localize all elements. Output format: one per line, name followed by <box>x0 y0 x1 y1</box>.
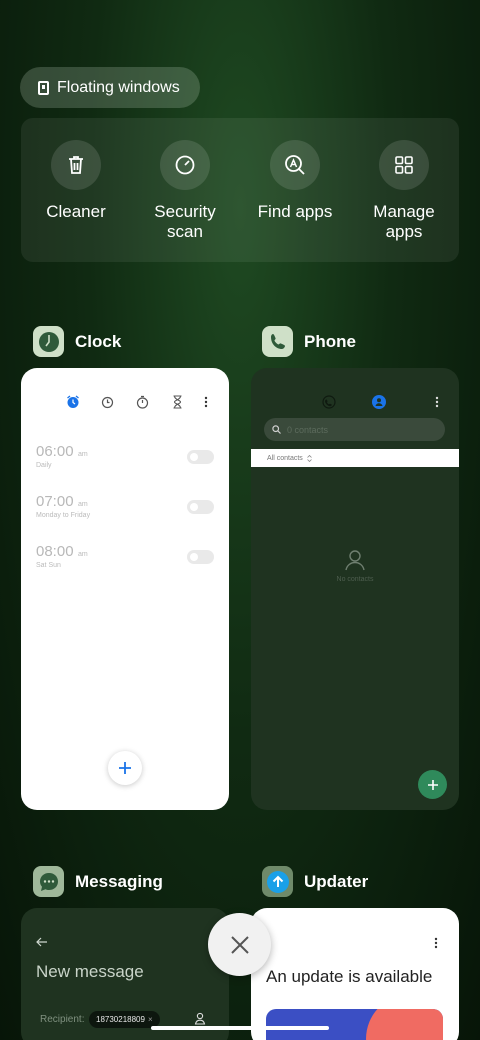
clock-app-icon <box>33 326 64 357</box>
find-apps-icon <box>270 140 320 190</box>
alarm-ampm: am <box>78 451 88 458</box>
phone-app-header[interactable]: Phone <box>262 326 356 357</box>
phone-app-preview[interactable]: 0 contacts All contacts No contacts <box>251 368 459 810</box>
alarm-toggle[interactable] <box>187 450 214 464</box>
empty-contacts-text: No contacts <box>336 576 374 583</box>
messaging-app-icon <box>33 866 64 897</box>
alarm-repeat: Daily <box>36 462 52 469</box>
close-icon <box>230 935 249 954</box>
alarm-repeat: Monday to Friday <box>36 512 91 519</box>
home-indicator[interactable] <box>151 1026 329 1030</box>
security-scan-button[interactable]: Security scan <box>135 140 235 242</box>
updater-app-preview[interactable]: An update is available <box>251 908 459 1040</box>
close-all-button[interactable] <box>208 913 271 976</box>
alarm-time: 07:00 <box>36 493 74 510</box>
stopwatch-tab-icon[interactable] <box>136 395 149 409</box>
clock-app-name: Clock <box>75 331 122 351</box>
alarm-tab-icon[interactable] <box>66 395 80 409</box>
empty-person-icon <box>345 550 365 571</box>
plus-icon <box>119 762 131 774</box>
alarm-ampm: am <box>78 501 88 508</box>
contacts-filter-label: All contacts <box>267 454 303 462</box>
alarm-repeat: Sat Sun <box>36 562 61 569</box>
cleaner-label: Cleaner <box>46 202 106 221</box>
floating-windows-button[interactable]: Floating windows <box>20 67 200 108</box>
updater-app-header[interactable]: Updater <box>262 866 368 897</box>
manage-apps-label: Manage apps <box>373 202 435 241</box>
timer-tab-icon[interactable] <box>172 395 183 409</box>
update-available-title: An update is available <box>266 967 433 986</box>
alarm-time: 06:00 <box>36 443 74 460</box>
alarm-ampm: am <box>78 551 88 558</box>
contacts-search-input[interactable]: 0 contacts <box>264 418 445 441</box>
recipient-label: Recipient: <box>40 1014 85 1025</box>
alarm-toggle[interactable] <box>187 500 214 514</box>
remove-recipient-icon[interactable]: × <box>148 1015 153 1024</box>
recipient-chip[interactable]: 18730218809 × <box>89 1011 160 1028</box>
alarm-item[interactable]: 07:00 am Monday to Friday <box>36 493 90 519</box>
quick-tools-panel: Cleaner Security scan Find apps Manage a… <box>21 118 459 262</box>
phone-app-name: Phone <box>304 331 356 351</box>
updater-app-icon <box>262 866 293 897</box>
contact-picker-icon[interactable] <box>194 1012 206 1025</box>
messaging-app-header[interactable]: Messaging <box>33 866 163 897</box>
grid-icon <box>379 140 429 190</box>
phone-app-icon <box>262 326 293 357</box>
world-clock-tab-icon[interactable] <box>101 396 114 409</box>
contacts-tab-icon[interactable] <box>372 395 386 409</box>
recents-tab-icon[interactable] <box>322 395 336 409</box>
trash-icon <box>51 140 101 190</box>
back-arrow-icon[interactable] <box>36 937 48 947</box>
add-contact-button[interactable] <box>418 770 447 799</box>
alarm-item[interactable]: 08:00 am Sat Sun <box>36 543 88 569</box>
clock-more-icon[interactable] <box>204 396 208 408</box>
add-alarm-button[interactable] <box>108 751 142 785</box>
clock-app-preview[interactable]: 06:00 am Daily 07:00 am Monday to Friday… <box>21 368 229 810</box>
messaging-app-name: Messaging <box>75 871 163 891</box>
new-message-title: New message <box>36 962 144 981</box>
update-banner <box>266 1009 443 1040</box>
floating-windows-label: Floating windows <box>57 78 180 96</box>
updater-more-icon[interactable] <box>434 937 438 949</box>
find-apps-button[interactable]: Find apps <box>245 140 345 222</box>
find-apps-label: Find apps <box>257 202 333 221</box>
updater-app-name: Updater <box>304 871 369 891</box>
alarm-time: 08:00 <box>36 543 74 560</box>
search-placeholder: 0 contacts <box>287 424 329 435</box>
alarm-toggle[interactable] <box>187 550 214 564</box>
recipient-number: 18730218809 <box>96 1015 145 1024</box>
cleaner-button[interactable]: Cleaner <box>26 140 126 222</box>
security-scan-label: Security scan <box>154 202 216 241</box>
floating-window-icon <box>38 80 49 95</box>
messaging-app-preview[interactable]: New message Recipient: 18730218809 × <box>21 908 229 1040</box>
plus-icon <box>427 779 438 790</box>
contacts-filter[interactable]: All contacts <box>251 449 459 467</box>
sort-icon <box>307 454 312 462</box>
alarm-item[interactable]: 06:00 am Daily <box>36 443 88 469</box>
clock-app-header[interactable]: Clock <box>33 326 121 357</box>
security-scan-icon <box>160 140 210 190</box>
search-icon <box>272 425 281 434</box>
manage-apps-button[interactable]: Manage apps <box>354 140 454 242</box>
phone-more-icon[interactable] <box>435 396 439 408</box>
